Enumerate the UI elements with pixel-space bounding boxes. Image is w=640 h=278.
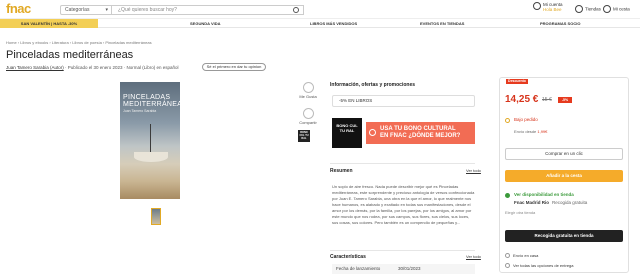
fecha-row: Fecha de lanzamiento 30/01/2023 (332, 264, 475, 274)
envio-price: 1,99€ (537, 129, 548, 134)
radio-icon (505, 263, 510, 269)
bono-banner: USA TU BONO CULTURAL EN FNAC ¿DÓNDE MEJOR… (366, 122, 475, 144)
category-dropdown[interactable]: Categorías ▾ (60, 5, 112, 15)
choose-store-link[interactable]: Elegir otra tienda (505, 210, 535, 215)
check-icon (505, 193, 510, 198)
account-link[interactable]: Mi cuenta Hola Bee (533, 2, 563, 12)
divider (330, 163, 475, 164)
breadcrumb[interactable]: Home › Libros y ebooks › Literatura › Li… (6, 40, 152, 45)
add-to-cart-button[interactable]: Añadir a la cesta (505, 170, 623, 182)
banner-line2: EN FNAC ¿DÓNDE MEJOR? (380, 133, 461, 139)
resumen-ver-todo[interactable]: Ver todo (466, 168, 481, 173)
search-placeholder: ¿Qué quieres buscar hoy? (118, 7, 177, 13)
bono-cultural-banner[interactable]: BONO CUL TU RAL USA TU BONO CULTURAL EN F… (332, 118, 475, 148)
nav-mas-vendidos[interactable]: LIBROS MÁS VENDIDOS (310, 20, 357, 27)
fnac-logo[interactable]: fnac (6, 2, 40, 16)
banner-line1: USA TU BONO CULTURAL (380, 126, 456, 132)
cover-title: PINCELADAS MEDITERRÁNEAS (123, 94, 180, 108)
shipping-info: Envío desde 1,99€ (514, 129, 547, 134)
category-label: Categorías (65, 7, 90, 13)
user-icon (533, 2, 541, 10)
share-button[interactable]: Compartir (298, 108, 318, 125)
envio-label: Envío desde (514, 129, 537, 134)
caract-ver-todo[interactable]: Ver todo (466, 254, 481, 259)
book-cover[interactable]: PINCELADAS MEDITERRÁNEAS Juan Tamero Sar… (120, 82, 180, 199)
fecha-value: 30/01/2023 (398, 266, 421, 271)
review-button[interactable]: Sé el primero en dar tu opinion (202, 63, 266, 71)
cover-thumbnail[interactable] (151, 208, 161, 225)
share-label: Compartir (299, 120, 317, 125)
product-meta: Juan Tamero Sarabia (Autor) · Publicado … (6, 65, 179, 70)
fecha-label: Fecha de lanzamiento (336, 266, 381, 271)
store-availability[interactable]: Ver disponibilidad en tienda (514, 192, 574, 197)
radio-icon[interactable] (505, 118, 510, 123)
fav-button[interactable]: Me Gusta (298, 82, 318, 99)
caract-heading: Características (330, 254, 366, 260)
account-sub: Hola Bee (543, 7, 562, 12)
divider (330, 250, 475, 251)
old-price: 15 € (542, 97, 552, 103)
store-name: Fnac Madrid Rio (514, 200, 550, 205)
opt1-label: Envío en casa (513, 253, 539, 258)
nav-socio[interactable]: PROGRAMAS SOCIO (540, 20, 580, 27)
arrow-icon (369, 129, 376, 136)
nav-promo[interactable]: SAN VALENTÍN | HASTA -30% (0, 19, 98, 28)
buy-one-click-button[interactable]: Comprar en un clic (505, 148, 623, 160)
resumen-heading: Resumen (330, 168, 353, 174)
share-icon (302, 108, 314, 119)
delivery-option[interactable]: Envío en casa (505, 253, 539, 259)
stock-status: Bajo pedido (514, 117, 538, 122)
cover-author: Juan Tamero Sarabia (123, 109, 157, 113)
store-icon (575, 5, 583, 13)
publish-info: · Publicado el 30 enero 2023 · Normal (L… (64, 65, 179, 70)
tiendas-label: Tiendas (585, 6, 601, 12)
top-header: fnac Categorías ▾ ¿Qué quieres buscar hoy… (0, 0, 640, 19)
page-title: Pinceladas mediterráneas (6, 49, 134, 61)
chevron-down-icon: ▾ (105, 7, 108, 13)
discount-badge: Descuento (506, 79, 528, 84)
radio-icon (505, 253, 510, 259)
fav-label: Me Gusta (299, 94, 317, 99)
bono-cultural-logo: BONO CUL TU RAL (332, 118, 362, 148)
nav-bar: SAN VALENTÍN | HASTA -30% SEGUNDA VIDA L… (0, 19, 640, 28)
cesta-label: Mi cesta (613, 6, 630, 12)
search-input[interactable]: ¿Qué quieres buscar hoy? (112, 5, 304, 15)
nav-segunda-vida[interactable]: SEGUNDA VIDA (190, 20, 221, 27)
pickup-button[interactable]: Recogida gratuita en tienda (505, 230, 623, 242)
author-link[interactable]: Juan Tamero Sarabia (Autor) (6, 65, 64, 70)
store-info: Fnac Madrid Rio Recogida gratuita (514, 200, 587, 205)
heart-icon (302, 82, 314, 93)
nav-eventos[interactable]: EVENTOS EN TIENDAS (420, 20, 464, 27)
boat-illustration (134, 152, 168, 162)
delivery-options-link[interactable]: Ver todas las opciones de entrega (505, 263, 574, 269)
boat-mast (150, 124, 151, 154)
cart-icon (603, 5, 611, 13)
resumen-text: Un soplo de aire fresco. Nada puede desc… (332, 184, 475, 225)
discount-percent: -5% (558, 97, 572, 103)
search-icon[interactable] (293, 7, 299, 13)
store-note: Recogida gratuita (552, 200, 588, 205)
tiendas-link[interactable]: Tiendas (575, 5, 601, 14)
bono-cultural-badge: BONO CUL TU RAL (298, 130, 310, 142)
opt2-label: Ver todas las opciones de entrega (513, 263, 574, 268)
cesta-link[interactable]: Mi cesta (603, 5, 630, 14)
price: 14,25 € (505, 94, 539, 105)
info-heading: Información, ofertas y promociones (330, 82, 416, 88)
promo-pill[interactable]: -5% EN LIBROS (332, 95, 475, 107)
